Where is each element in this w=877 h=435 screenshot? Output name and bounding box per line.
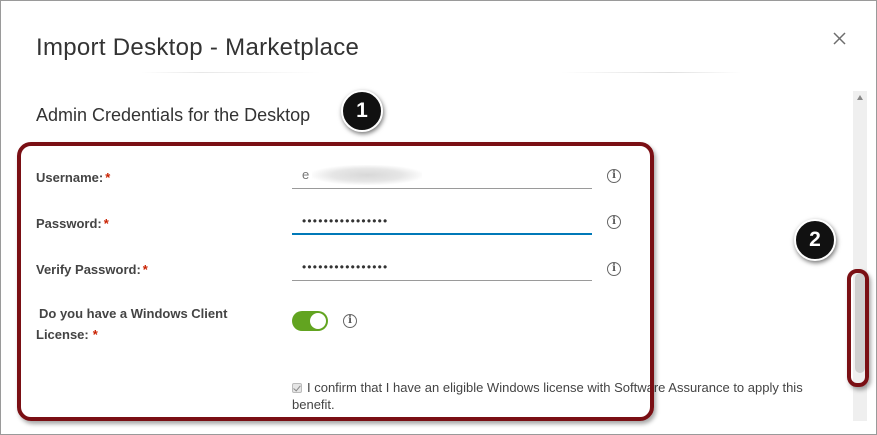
close-icon[interactable] <box>830 29 850 49</box>
info-icon[interactable]: i <box>343 314 357 328</box>
password-value: •••••••••••••••• <box>302 214 389 228</box>
info-icon[interactable]: i <box>607 169 621 183</box>
confirm-checkbox[interactable] <box>292 383 302 393</box>
scroll-up-arrow-icon[interactable] <box>857 95 863 100</box>
section-title: Admin Credentials for the Desktop <box>36 105 311 125</box>
callout-badge-1: 1 <box>341 90 383 132</box>
verify-password-label: Verify Password: * <box>36 262 148 277</box>
verify-password-value: •••••••••••••••• <box>302 260 389 274</box>
scrollbar[interactable] <box>853 91 867 421</box>
confirm-text: I confirm that I have an eligible Window… <box>292 380 803 412</box>
required-marker: * <box>92 327 98 342</box>
username-value: e <box>302 167 310 182</box>
license-confirm: I confirm that I have an eligible Window… <box>292 379 832 413</box>
windows-license-label: Do you have a Windows Client License: * <box>36 306 228 342</box>
toggle-knob <box>310 313 326 329</box>
username-field[interactable]: e <box>292 163 592 189</box>
required-marker: * <box>103 216 109 231</box>
info-icon[interactable]: i <box>607 262 621 276</box>
info-icon[interactable]: i <box>607 215 621 229</box>
username-label: Username: * <box>36 170 111 185</box>
windows-license-toggle[interactable] <box>292 311 328 331</box>
redaction-blur <box>312 165 422 185</box>
dialog-title: Import Desktop - Marketplace <box>36 34 360 61</box>
scroll-thumb[interactable] <box>855 273 865 373</box>
required-marker: * <box>142 262 148 277</box>
verify-password-field[interactable]: •••••••••••••••• <box>292 255 592 281</box>
callout-badge-2: 2 <box>794 219 836 261</box>
password-field[interactable]: •••••••••••••••• <box>292 209 592 235</box>
import-desktop-dialog: Import Desktop - Marketplace Admin Crede… <box>0 0 877 435</box>
header-divider <box>141 72 741 73</box>
password-label: Password: * <box>36 216 109 231</box>
required-marker: * <box>105 170 111 185</box>
